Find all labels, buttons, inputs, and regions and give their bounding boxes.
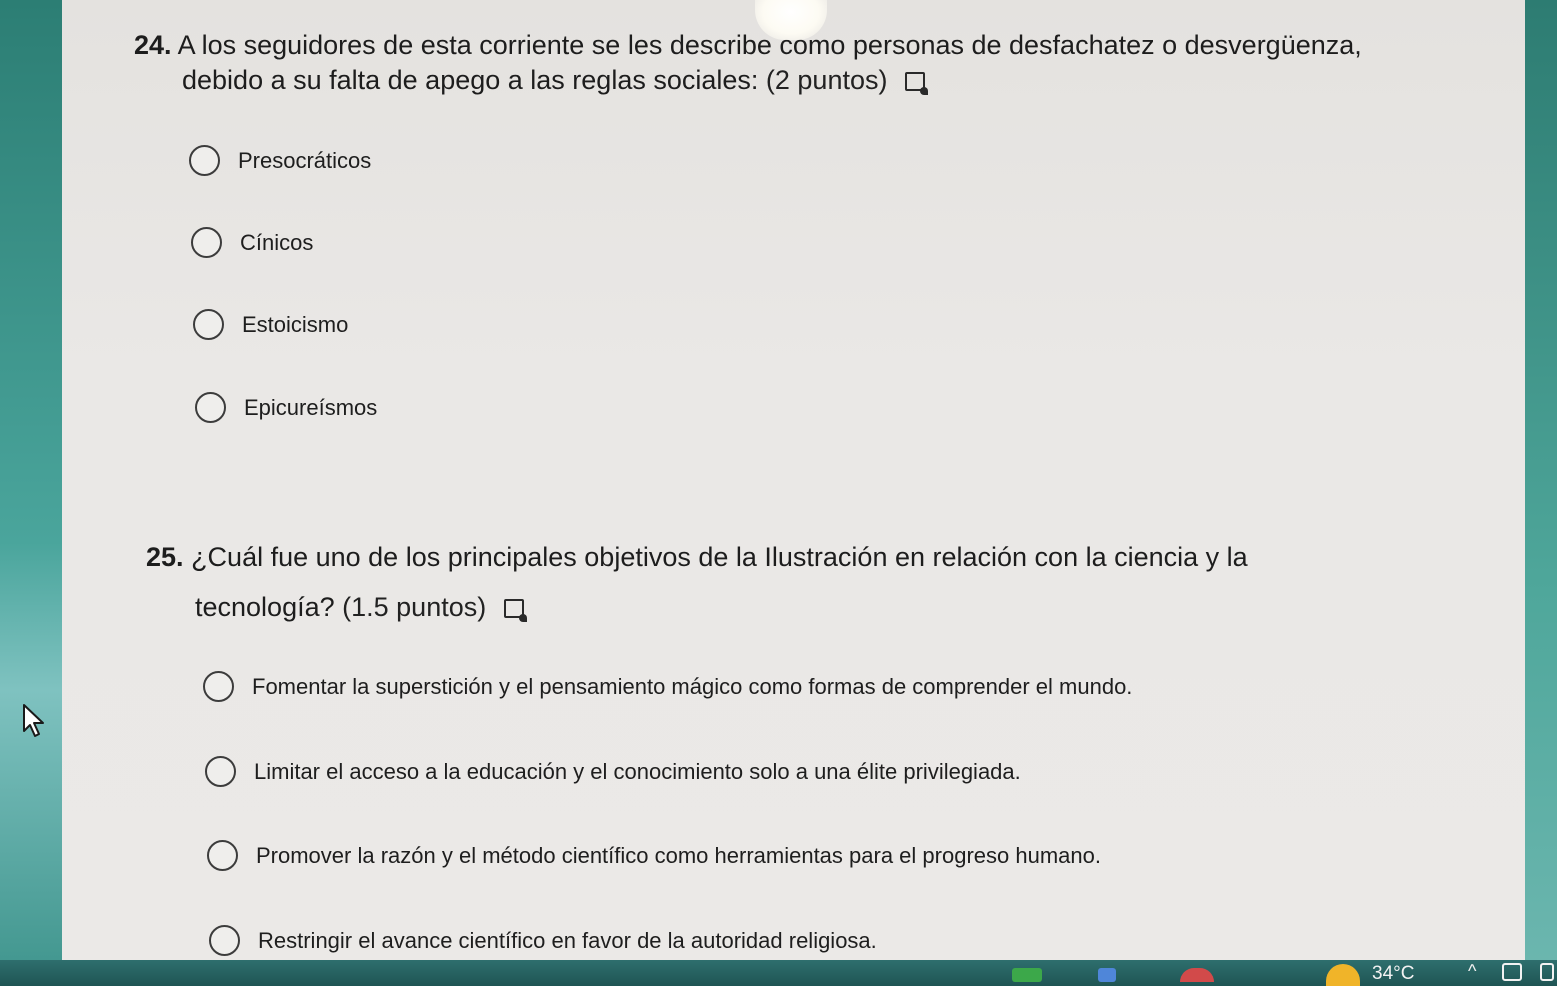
q24-option-2[interactable]: Cínicos — [191, 227, 313, 258]
question-25-title: 25. ¿Cuál fue uno de los principales obj… — [146, 540, 1248, 574]
q25-option-2-label: Limitar el acceso a la educación y el co… — [254, 758, 1021, 784]
question-24-text-line2: debido a su falta de apego a las reglas … — [182, 65, 759, 95]
q25-option-3-label: Promover la razón y el método científico… — [256, 842, 1101, 868]
radio-button[interactable] — [189, 145, 220, 176]
q25-option-4-label: Restringir el avance científico en favor… — [258, 927, 877, 953]
question-24-number: 24. — [134, 30, 172, 60]
question-24-title-line2: debido a su falta de apego a las reglas … — [182, 63, 928, 97]
taskbar: 34°C ^ — [0, 960, 1557, 986]
radio-button[interactable] — [207, 840, 238, 871]
mouse-cursor-icon — [23, 704, 44, 737]
tray-chevron-icon[interactable]: ^ — [1468, 961, 1476, 982]
q24-option-3-label: Estoicismo — [242, 311, 349, 337]
q25-option-2[interactable]: Limitar el acceso a la educación y el co… — [205, 756, 1021, 787]
taskbar-app-icon[interactable] — [1098, 968, 1116, 982]
radio-button[interactable] — [205, 756, 236, 787]
question-25-number: 25. — [146, 542, 184, 572]
q25-option-1-label: Fomentar la superstición y el pensamient… — [252, 673, 1133, 699]
q24-option-3[interactable]: Estoicismo — [193, 309, 348, 340]
immersive-reader-icon[interactable] — [905, 72, 928, 96]
q25-option-1[interactable]: Fomentar la superstición y el pensamient… — [203, 671, 1132, 702]
radio-button[interactable] — [191, 227, 222, 258]
q24-option-4[interactable]: Epicureísmos — [195, 392, 377, 423]
radio-button[interactable] — [195, 392, 226, 423]
q25-option-4[interactable]: Restringir el avance científico en favor… — [209, 925, 877, 956]
taskbar-app-icon[interactable] — [1012, 968, 1042, 982]
question-25-text-line2: tecnología? — [195, 592, 335, 622]
q25-option-3[interactable]: Promover la razón y el método científico… — [207, 840, 1101, 871]
sunny-weather-icon[interactable] — [1326, 964, 1360, 986]
q24-option-1[interactable]: Presocráticos — [189, 145, 371, 176]
q24-option-2-label: Cínicos — [240, 229, 314, 255]
immersive-reader-icon[interactable] — [503, 599, 527, 623]
desktop-background-left — [0, 0, 70, 986]
q24-option-4-label: Epicureísmos — [244, 394, 378, 420]
question-24-title: 24. A los seguidores de esta corriente s… — [134, 28, 1362, 62]
tray-icon[interactable] — [1540, 963, 1554, 981]
question-25-points: (1.5 puntos) — [342, 592, 487, 622]
taskbar-app-icon[interactable] — [1180, 968, 1214, 982]
question-25-title-line2: tecnología? (1.5 puntos) — [195, 590, 527, 624]
radio-button[interactable] — [209, 925, 240, 956]
question-25-text-line1: ¿Cuál fue uno de los principales objetiv… — [191, 542, 1248, 572]
pen-menu-icon[interactable] — [1502, 963, 1522, 981]
radio-button[interactable] — [193, 309, 224, 340]
weather-temperature[interactable]: 34°C — [1372, 963, 1414, 985]
radio-button[interactable] — [203, 671, 234, 702]
q24-option-1-label: Presocráticos — [238, 147, 372, 173]
form-page: 24. A los seguidores de esta corriente s… — [62, 0, 1525, 960]
question-24-points: (2 puntos) — [765, 65, 888, 95]
